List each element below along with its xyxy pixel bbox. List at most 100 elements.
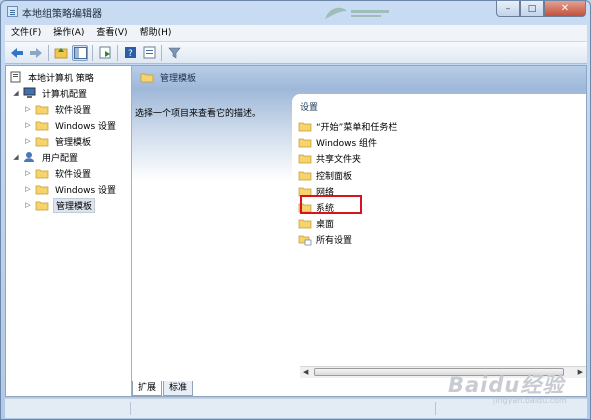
folder-icon [140, 73, 154, 83]
column-header-setting[interactable]: 设置 [300, 100, 318, 113]
tree-label: 软件设置 [55, 105, 92, 116]
expand-arrow-icon[interactable]: ▷ [24, 137, 32, 145]
tree-item-user-windows[interactable]: ▷ Windows 设置 [24, 181, 118, 197]
tree-item-computer-config[interactable]: ◢ 计算机配置 [12, 85, 89, 101]
description-text: 选择一个项目来查看它的描述。 [135, 109, 262, 119]
folder-icon [35, 185, 49, 194]
list-item-shared-folders[interactable]: 共享文件夹 [298, 151, 361, 166]
list-item-label: “开始”菜单和任务栏 [316, 123, 398, 133]
tree-item-user-config[interactable]: ◢ 用户配置 [12, 149, 80, 165]
folder-icon [35, 201, 49, 210]
toolbar-separator [48, 44, 49, 61]
expand-arrow-icon[interactable]: ▷ [24, 201, 32, 209]
list-item-windows-components[interactable]: Windows 组件 [298, 135, 377, 150]
export-list-button[interactable] [97, 45, 113, 61]
tab-extended[interactable]: 扩展 [132, 381, 163, 396]
list-item-label: 所有设置 [316, 236, 353, 246]
collapse-arrow-icon[interactable]: ◢ [12, 89, 20, 97]
all-settings-icon [298, 235, 312, 245]
tree-label: 计算机配置 [42, 89, 88, 100]
help-button[interactable]: ? [122, 45, 138, 61]
tree-label: 软件设置 [55, 169, 92, 180]
back-button[interactable] [9, 45, 25, 61]
list-item-label: 控制面板 [316, 172, 353, 182]
list-item-control-panel[interactable]: 控制面板 [298, 168, 352, 183]
back-arrow-icon [11, 47, 23, 58]
menu-view[interactable]: 查看(V) [90, 25, 133, 41]
minimize-button[interactable]: – [496, 1, 520, 17]
details-pane: 管理模板 选择一个项目来查看它的描述。 设置 “开始”菜单和任务栏 Window… [132, 66, 586, 396]
maximize-icon: □ [527, 3, 537, 14]
properties-button[interactable] [141, 45, 157, 61]
tree-root-local-policy[interactable]: 本地计算机 策略 [10, 69, 96, 85]
computer-policy-icon [10, 71, 21, 83]
list-item-desktop[interactable]: 桌面 [298, 216, 334, 231]
console-tree-icon [73, 46, 87, 59]
scroll-right-icon[interactable]: ▶ [578, 367, 583, 378]
folder-icon [298, 138, 312, 148]
minimize-icon: – [505, 3, 511, 14]
watermark-brand: Baidu经验 [448, 373, 565, 397]
forward-button[interactable] [28, 45, 44, 61]
watermark-leaf-icon [325, 7, 389, 19]
menu-action[interactable]: 操作(A) [47, 25, 90, 41]
svg-text:?: ? [128, 49, 133, 59]
filter-funnel-icon [167, 47, 181, 59]
folder-icon [298, 154, 312, 164]
tree-item-computer-admin[interactable]: ▷ 管理模板 [24, 133, 93, 149]
user-icon [24, 152, 34, 162]
gpedit-app-icon [7, 6, 18, 17]
folder-icon [35, 169, 49, 178]
settings-list: 设置 “开始”菜单和任务栏 Windows 组件 共享文件夹 控制面板 网络 系… [292, 94, 586, 362]
toolbar-separator [161, 44, 162, 61]
view-tabs: 扩展 标准 [132, 381, 432, 397]
expand-arrow-icon[interactable]: ▷ [24, 105, 32, 113]
main-window: 本地组策略编辑器 – □ ✕ 文件(F) 操作(A) 查看(V) 帮助(H) ?… [0, 0, 591, 420]
expand-arrow-icon[interactable]: ▷ [24, 121, 32, 129]
toolbar-separator [117, 44, 118, 61]
tree-label: 本地计算机 策略 [28, 73, 94, 84]
scroll-left-icon[interactable]: ◀ [303, 367, 308, 378]
tree-label: Windows 设置 [55, 185, 117, 196]
content-area: 本地计算机 策略 ◢ 计算机配置 ▷ 软件设置 ▷ Windows 设置 ▷ 管… [5, 65, 587, 397]
folder-icon [35, 137, 49, 146]
forward-arrow-icon [30, 47, 42, 58]
show-hide-tree-button[interactable] [72, 44, 88, 61]
maximize-button[interactable]: □ [520, 1, 544, 17]
list-item-label: Windows 组件 [316, 139, 378, 149]
folder-icon [35, 121, 49, 130]
menu-bar: 文件(F) 操作(A) 查看(V) 帮助(H) [5, 25, 587, 41]
tree-item-computer-windows[interactable]: ▷ Windows 设置 [24, 117, 118, 133]
window-title: 本地组策略编辑器 [22, 9, 102, 20]
details-header: 管理模板 [132, 66, 586, 89]
tab-standard[interactable]: 标准 [163, 381, 194, 396]
list-item-start-menu[interactable]: “开始”菜单和任务栏 [298, 119, 397, 134]
computer-icon [23, 87, 36, 98]
up-level-button[interactable] [53, 45, 69, 61]
tree-label: 用户配置 [42, 153, 79, 164]
close-button[interactable]: ✕ [544, 1, 586, 17]
watermark-url: jingyan.baidu.com [493, 396, 567, 405]
menu-file[interactable]: 文件(F) [5, 25, 47, 41]
toolbar-separator [92, 44, 93, 61]
tree-label: 管理模板 [55, 137, 92, 148]
folder-icon [35, 105, 49, 114]
list-item-label: 共享文件夹 [316, 155, 362, 165]
tree-item-computer-software[interactable]: ▷ 软件设置 [24, 101, 93, 117]
properties-icon [143, 46, 155, 59]
tree-label: 管理模板 [53, 197, 96, 213]
title-bar: 本地组策略编辑器 – □ ✕ [1, 1, 590, 23]
tree-item-user-software[interactable]: ▷ 软件设置 [24, 165, 93, 181]
collapse-arrow-icon[interactable]: ◢ [12, 153, 20, 161]
filter-button[interactable] [166, 45, 182, 61]
list-item-all-settings[interactable]: 所有设置 [298, 232, 352, 247]
tree-label: Windows 设置 [55, 121, 117, 132]
folder-icon [298, 171, 312, 181]
tree-item-user-admin[interactable]: ▷ 管理模板 [24, 197, 96, 213]
close-icon: ✕ [560, 3, 570, 14]
window-controls: – □ ✕ [496, 1, 586, 18]
menu-help[interactable]: 帮助(H) [134, 25, 178, 41]
highlight-box [300, 195, 362, 214]
expand-arrow-icon[interactable]: ▷ [24, 185, 32, 193]
expand-arrow-icon[interactable]: ▷ [24, 169, 32, 177]
